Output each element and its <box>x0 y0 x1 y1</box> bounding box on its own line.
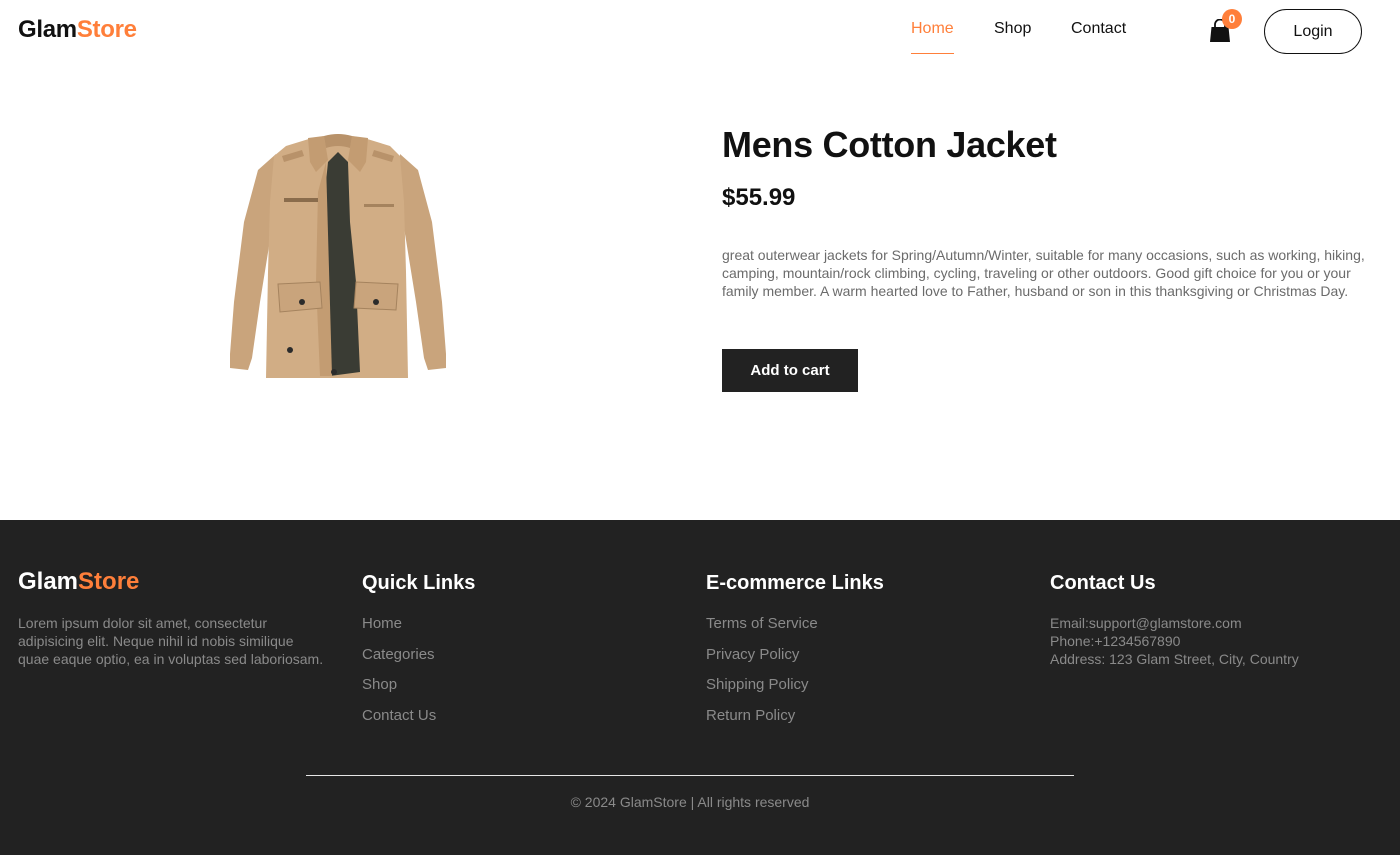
brand-logo-part1: Glam <box>18 16 77 43</box>
nav-contact-link[interactable]: Contact <box>1071 20 1126 38</box>
product-price: $55.99 <box>722 184 796 211</box>
ecommerce-links-list: Terms of Service Privacy Policy Shipping… <box>706 614 818 736</box>
footer-link-privacy[interactable]: Privacy Policy <box>706 645 818 676</box>
nav-shop-link[interactable]: Shop <box>994 20 1031 38</box>
footer-brand-logo[interactable]: GlamStore <box>18 568 139 596</box>
footer-divider <box>306 775 1074 776</box>
contact-phone: Phone:+1234567890 <box>1050 633 1181 649</box>
ecommerce-links-heading: E-commerce Links <box>706 572 884 594</box>
footer-about-text: Lorem ipsum dolor sit amet, consectetur … <box>18 615 324 667</box>
quick-links-heading: Quick Links <box>362 572 476 594</box>
nav-home-link[interactable]: Home <box>911 20 954 38</box>
cart-count-badge: 0 <box>1222 9 1242 29</box>
footer-brand-part2: Store <box>78 568 140 595</box>
jacket-image <box>230 134 446 378</box>
product-description: great outerwear jackets for Spring/Autum… <box>722 247 1365 299</box>
footer-link-home[interactable]: Home <box>362 614 436 645</box>
site-header: GlamStore Home Shop Contact 0 Login <box>0 0 1400 62</box>
quick-links-list: Home Categories Shop Contact Us <box>362 614 436 736</box>
add-to-cart-button[interactable]: Add to cart <box>722 349 858 392</box>
brand-logo[interactable]: GlamStore <box>18 16 137 44</box>
login-button[interactable]: Login <box>1264 9 1362 54</box>
product-image <box>226 132 450 380</box>
footer-link-categories[interactable]: Categories <box>362 645 436 676</box>
copyright-text: © 2024 GlamStore | All rights reserved <box>570 794 810 810</box>
footer-link-terms[interactable]: Terms of Service <box>706 614 818 645</box>
product-title: Mens Cotton Jacket <box>722 124 1057 165</box>
brand-logo-part2: Store <box>76 16 137 43</box>
contact-email: Email:support@glamstore.com <box>1050 615 1242 631</box>
contact-heading: Contact Us <box>1050 572 1156 594</box>
footer-link-shipping[interactable]: Shipping Policy <box>706 675 818 706</box>
footer-link-return[interactable]: Return Policy <box>706 706 818 737</box>
contact-address: Address: 123 Glam Street, City, Country <box>1050 651 1299 667</box>
footer-link-shop[interactable]: Shop <box>362 675 436 706</box>
footer-brand-part1: Glam <box>18 568 79 595</box>
footer-link-contact-us[interactable]: Contact Us <box>362 706 436 737</box>
contact-details: Email:support@glamstore.com Phone:+12345… <box>1050 614 1299 668</box>
site-footer: GlamStore Lorem ipsum dolor sit amet, co… <box>0 520 1400 855</box>
nav-active-underline <box>911 53 954 54</box>
